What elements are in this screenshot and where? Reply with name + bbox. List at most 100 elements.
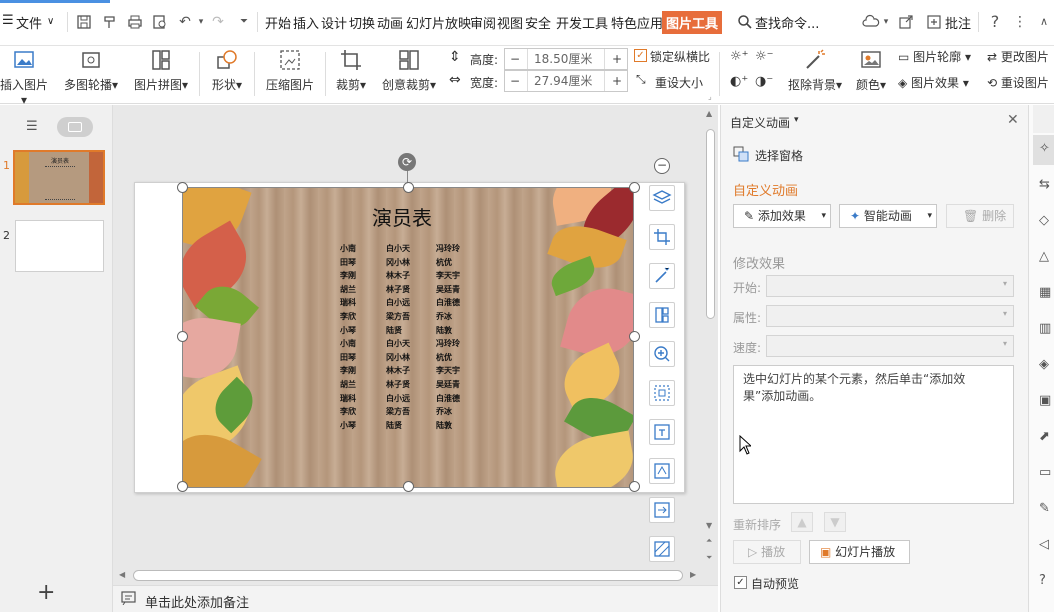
undo-icon[interactable]: ↶ xyxy=(177,14,193,30)
share-icon[interactable] xyxy=(898,14,914,30)
slide-editing-canvas[interactable]: 演员表 小南 田琴 李刚 胡兰 瑞科 李欣 小琴 小南 田琴 李刚 胡兰 瑞科 李欣 小琴 白小天 冈小林林… xyxy=(113,105,718,585)
crop-tool[interactable] xyxy=(649,224,675,250)
resize-handle-bottom[interactable] xyxy=(403,481,414,492)
contrast-up-icon[interactable]: ◐⁺ xyxy=(730,74,748,89)
reset-size-button[interactable]: 重设大小 xyxy=(655,74,703,91)
tab-animation[interactable]: 动画 xyxy=(377,13,403,32)
smart-animation-button[interactable]: ✦ 智能动画 ▾ xyxy=(839,204,937,228)
width-decrease-button[interactable]: − xyxy=(505,71,525,91)
format-painter-icon[interactable] xyxy=(102,14,118,30)
slide-view-toggle[interactable] xyxy=(57,117,93,137)
auto-preview-checkbox[interactable]: ✓ xyxy=(734,576,747,589)
collapse-float-toolbar-icon[interactable]: − xyxy=(654,158,670,174)
selection-pane-link[interactable]: 选择窗格 xyxy=(755,147,803,164)
resize-handle-top[interactable] xyxy=(403,182,414,193)
sidebar-grid-icon[interactable]: ▦ xyxy=(1039,285,1051,300)
brightness-up-icon[interactable]: ☼⁺ xyxy=(730,49,749,64)
compress-tool[interactable] xyxy=(649,380,675,406)
dialog-launcher-icon[interactable]: ⌟ xyxy=(708,92,712,101)
save-icon[interactable] xyxy=(76,14,92,30)
collage-tool[interactable] xyxy=(649,302,675,328)
tab-view[interactable]: 视图 xyxy=(497,13,523,32)
remove-background-button[interactable]: 抠除背景▾ xyxy=(785,46,845,102)
vertical-scroll-thumb[interactable] xyxy=(706,129,715,319)
scroll-right-icon[interactable]: ▶ xyxy=(690,570,696,579)
horizontal-scroll-thumb[interactable] xyxy=(133,570,683,581)
change-picture-button[interactable]: ⇄ 更改图片 xyxy=(987,48,1049,65)
lock-ratio-checkbox[interactable]: ✓ xyxy=(634,49,647,62)
cloud-sync-icon[interactable] xyxy=(862,14,880,30)
compress-picture-button[interactable]: 压缩图片 xyxy=(262,46,318,102)
scroll-up-icon[interactable]: ▲ xyxy=(706,109,712,118)
sidebar-item-animation[interactable]: ✧ xyxy=(1033,135,1054,165)
remove-background-tool[interactable] xyxy=(649,263,675,289)
tab-picture-tools[interactable]: 图片工具 xyxy=(662,11,723,34)
print-icon[interactable] xyxy=(127,14,143,30)
next-slide-icon[interactable]: ⏷ xyxy=(706,553,712,563)
cloud-dropdown-icon[interactable]: ▾ xyxy=(878,14,894,30)
picture-outline-button[interactable]: ▭ 图片轮廓 ▾ xyxy=(898,48,971,65)
pane-title[interactable]: 自定义动画 xyxy=(730,114,790,131)
picture-fill-tool[interactable] xyxy=(649,536,675,562)
tab-features[interactable]: 特色应用 xyxy=(611,13,663,32)
reset-picture-button[interactable]: ⟲ 重设图片 xyxy=(987,74,1049,91)
crop-button[interactable]: 裁剪▾ xyxy=(332,46,370,102)
picture-effect-button[interactable]: ◈ 图片效果 ▾ xyxy=(898,74,969,91)
comment-icon[interactable] xyxy=(926,14,942,30)
width-spinner[interactable]: − 27.94厘米 + xyxy=(504,70,628,92)
close-pane-icon[interactable]: ✕ xyxy=(1007,112,1019,128)
sidebar-picture-icon[interactable]: ▣ xyxy=(1039,393,1051,408)
tab-transition[interactable]: 切换 xyxy=(349,13,375,32)
file-menu[interactable]: 文件 xyxy=(16,13,42,32)
slide-thumbnail-1[interactable]: 演员表 xyxy=(13,150,105,205)
selection-pane-icon[interactable] xyxy=(733,146,749,165)
tab-slideshow[interactable]: 幻灯片放映 xyxy=(406,13,471,32)
shape-button[interactable]: 形状▾ xyxy=(206,46,248,102)
multi-carousel-button[interactable]: 多图轮播▾ xyxy=(60,46,122,102)
previous-slide-icon[interactable]: ⏶ xyxy=(706,536,712,546)
sidebar-edit-icon[interactable]: ✎ xyxy=(1039,501,1050,516)
slide-thumbnail-2[interactable] xyxy=(15,220,104,272)
width-value[interactable]: 27.94厘米 xyxy=(527,71,605,91)
notes-bar[interactable]: 单击此处添加备注 xyxy=(113,585,718,612)
search-command[interactable]: 查找命令... xyxy=(755,13,819,32)
slideshow-button[interactable]: ▣ 幻灯片播放 xyxy=(809,540,910,564)
sidebar-tag-icon[interactable]: ◈ xyxy=(1039,357,1049,372)
contrast-down-icon[interactable]: ◑⁻ xyxy=(755,74,773,89)
insert-picture-button[interactable]: 插入图片▾ xyxy=(0,46,48,107)
horizontal-scrollbar[interactable]: ◀ ▶ xyxy=(117,569,700,582)
comment-button[interactable]: 批注 xyxy=(945,13,971,32)
tab-insert[interactable]: 插入 xyxy=(293,13,319,32)
speed-select[interactable]: ▾ xyxy=(766,335,1014,357)
layers-tool[interactable] xyxy=(649,185,675,211)
height-value[interactable]: 18.50厘米 xyxy=(527,49,605,69)
extract-text-tool[interactable] xyxy=(649,419,675,445)
animation-list[interactable]: 选中幻灯片的某个元素，然后单击“添加效果”添加动画。 xyxy=(733,365,1014,504)
resize-handle-bottom-left[interactable] xyxy=(177,481,188,492)
add-slide-button[interactable]: + xyxy=(37,580,55,605)
move-down-icon[interactable]: ▼ xyxy=(824,512,846,532)
search-icon[interactable] xyxy=(737,14,753,30)
picture-collage-button[interactable]: 图片拼图▾ xyxy=(130,46,192,102)
print-preview-icon[interactable] xyxy=(152,14,168,30)
sidebar-tray-icon[interactable]: ▭ xyxy=(1039,465,1051,480)
rotate-handle-icon[interactable]: ⟳ xyxy=(398,153,416,171)
resize-handle-top-right[interactable] xyxy=(629,182,640,193)
resize-handle-top-left[interactable] xyxy=(177,182,188,193)
tab-review[interactable]: 审阅 xyxy=(470,13,496,32)
notes-placeholder[interactable]: 单击此处添加备注 xyxy=(145,592,249,611)
sidebar-triangle-icon[interactable]: △ xyxy=(1039,249,1049,264)
brightness-down-icon[interactable]: ☼⁻ xyxy=(755,49,774,64)
height-increase-button[interactable]: + xyxy=(607,49,627,69)
creative-crop-button[interactable]: 创意裁剪▾ xyxy=(378,46,440,102)
resize-handle-left[interactable] xyxy=(177,331,188,342)
tab-developer[interactable]: 开发工具 xyxy=(556,13,608,32)
color-button[interactable]: 颜色▾ xyxy=(852,46,890,102)
height-spinner[interactable]: − 18.50厘米 + xyxy=(504,48,628,70)
redo-icon[interactable]: ↷ xyxy=(210,14,226,30)
add-effect-button[interactable]: ✎ 添加效果 ▾ xyxy=(733,204,831,228)
sidebar-chart-icon[interactable]: ▥ xyxy=(1039,321,1051,336)
more-options-icon[interactable]: ⋮ xyxy=(1012,14,1028,30)
picture-to-pdf-tool[interactable] xyxy=(649,497,675,523)
sidebar-share-icon[interactable]: ⬈ xyxy=(1039,429,1050,444)
